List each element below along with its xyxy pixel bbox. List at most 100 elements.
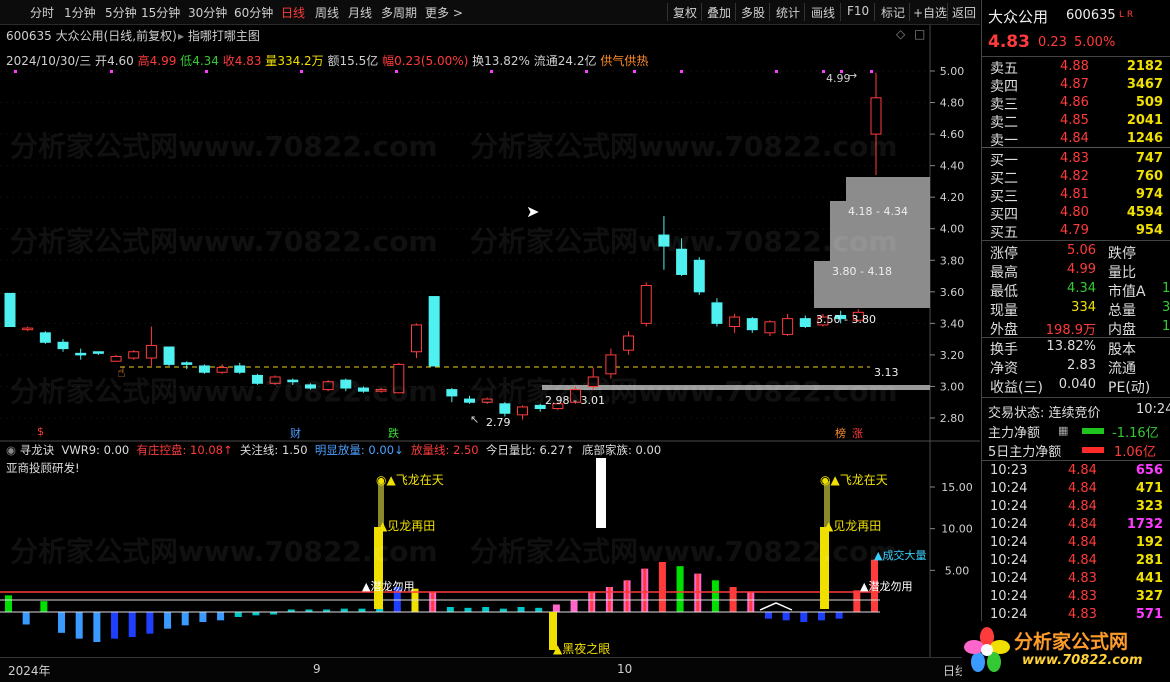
price-tick-label: 4.60: [940, 128, 965, 141]
ask-row[interactable]: 卖三 4.86 509: [982, 94, 1170, 113]
draw-line-button[interactable]: 画线: [811, 4, 835, 21]
kline-chart-area[interactable]: 5.00 4.80 4.60 4.40 4.20 4.00 3.80 3.60 3.40 3.20…: [0, 25, 980, 657]
ask-row[interactable]: 卖五 4.88 2182: [982, 58, 1170, 77]
sub-tick-label: 5.00: [945, 564, 970, 577]
bid-row[interactable]: 买二 4.82 760: [982, 168, 1170, 187]
tab-60min[interactable]: 60分钟: [234, 4, 273, 21]
restore-icon[interactable]: □: [914, 27, 925, 41]
table-icon[interactable]: ▦: [1058, 424, 1068, 437]
turnover-value: 13.82%: [484, 54, 530, 68]
zone-4.18-4.34: [846, 177, 930, 201]
tab-1min[interactable]: 1分钟: [64, 4, 96, 21]
price-tick-label: 3.40: [940, 317, 965, 330]
tab-weekly[interactable]: 周线: [315, 4, 339, 21]
dot-marker: [680, 70, 683, 73]
candle-body: [640, 285, 652, 324]
ask-row[interactable]: 卖一 4.84 1246: [982, 130, 1170, 149]
tick-price: 4.84: [1068, 499, 1097, 514]
stat-row: 涨停 5.06 跌停: [982, 243, 1170, 262]
stat-value-2: 1: [1162, 319, 1170, 334]
indicator-settings-icon[interactable]: ◉: [6, 443, 20, 457]
indicator-bar: [482, 607, 490, 612]
low-value: 4.34: [192, 54, 219, 68]
candle-body: [375, 389, 387, 392]
tab-30min[interactable]: 30分钟: [188, 4, 227, 21]
stat2-row: 收益(三) 0.040 PE(动): [982, 377, 1170, 396]
high-value: 4.99: [149, 54, 177, 68]
main-flow-value: -1.16亿: [1112, 426, 1159, 441]
indicator-bar: [800, 612, 808, 622]
candle-body: [623, 335, 635, 351]
indicator-bar: [464, 607, 472, 612]
tick-volume: 471: [1135, 481, 1163, 496]
add-watchlist-button[interactable]: +自选: [913, 4, 947, 21]
candle-body: [304, 384, 316, 389]
indicator-bar: [234, 612, 242, 617]
indicator-bar: [446, 607, 454, 612]
stat-row: 最低 4.34 市值A 1: [982, 281, 1170, 300]
bid-row[interactable]: 买五 4.79 954: [982, 222, 1170, 241]
tick-price: 4.84: [1068, 463, 1097, 478]
coin-icon: ◉: [376, 473, 387, 487]
book-price: 4.85: [1060, 113, 1089, 128]
tab-monthly[interactable]: 月线: [348, 4, 372, 21]
indicator-selector[interactable]: ▸ 指哪打哪主图: [178, 27, 260, 44]
candle-body: [269, 376, 281, 384]
tick-row: 10:24 4.84 323: [982, 499, 1170, 517]
zone4-label: 2.98 - 3.01: [545, 394, 605, 407]
tick-time: 10:24: [990, 589, 1028, 604]
tab-15min[interactable]: 15分钟: [141, 4, 180, 21]
tab-fenshi[interactable]: 分时: [30, 4, 54, 21]
book-volume: 3467: [1126, 77, 1163, 92]
mark-button[interactable]: 标记: [881, 4, 905, 21]
book-label: 买一: [990, 153, 1018, 169]
stats-button[interactable]: 统计: [776, 4, 800, 21]
stat-label: 最低: [990, 284, 1018, 300]
stat2-label-2: PE(动): [1108, 380, 1151, 396]
volume-value: 334.2万: [277, 54, 324, 68]
tick-time: 10:24: [990, 607, 1028, 622]
tick-price: 4.84: [1068, 481, 1097, 496]
tab-5min[interactable]: 5分钟: [105, 4, 137, 21]
book-price: 4.87: [1060, 77, 1089, 92]
tab-multi-period[interactable]: 多周期: [381, 4, 417, 21]
bid-row[interactable]: 买四 4.80 4594: [982, 204, 1170, 223]
book-label: 卖三: [990, 97, 1018, 113]
time-label-year: 2024年: [8, 664, 51, 678]
book-price: 4.83: [1060, 151, 1089, 166]
tab-more[interactable]: 更多 >: [425, 4, 463, 21]
stat-label-2: 量比: [1108, 265, 1136, 281]
tick-price: 4.84: [1068, 553, 1097, 568]
stat-label: 涨停: [990, 246, 1018, 262]
yellow-signal-bar-2: [820, 527, 829, 609]
tab-daily[interactable]: 日线: [281, 4, 305, 21]
stat-label-2: 总量: [1108, 303, 1136, 319]
ask-row[interactable]: 卖二 4.85 2041: [982, 112, 1170, 131]
indicator-bar: [111, 612, 119, 639]
bid-row[interactable]: 买三 4.81 974: [982, 186, 1170, 205]
ask-row[interactable]: 卖四 4.87 3467: [982, 76, 1170, 95]
bid-row[interactable]: 买一 4.83 747: [982, 150, 1170, 169]
tick-row: 10:24 4.83 327: [982, 589, 1170, 607]
quote-change: 0.23: [1038, 35, 1067, 50]
diamond-icon[interactable]: ◇: [896, 27, 905, 41]
back-button[interactable]: 返回: [952, 4, 976, 21]
tick-time: 10:24: [990, 481, 1028, 496]
selector-chevron-icon: ▸: [178, 29, 188, 43]
high-arrow-icon: →: [848, 69, 858, 82]
adjust-button[interactable]: 复权: [673, 4, 697, 21]
indicator-bar: [128, 612, 136, 637]
multi-stock-button[interactable]: 多股: [741, 4, 765, 21]
book-price: 4.82: [1060, 169, 1089, 184]
f10-button[interactable]: F10: [847, 4, 869, 18]
indicator-bar: [164, 612, 172, 629]
kline-chart-svg[interactable]: 5.00 4.80 4.60 4.40 4.20 4.00 3.80 3.60 3.40 3.20…: [0, 25, 980, 657]
indicator-name[interactable]: 寻龙诀: [20, 443, 55, 457]
candle-body: [446, 389, 458, 397]
tick-volume: 192: [1135, 535, 1163, 550]
period-toolbar: 分时 1分钟 5分钟 15分钟 30分钟 60分钟 日线 周线 月线 多周期 更…: [0, 0, 980, 25]
zone-2.98-3.01: [542, 385, 930, 390]
overlay-button[interactable]: 叠加: [707, 4, 731, 21]
range-value: 0.23(5.00%): [394, 54, 469, 68]
up-arrow-icon: ▲: [824, 519, 834, 533]
